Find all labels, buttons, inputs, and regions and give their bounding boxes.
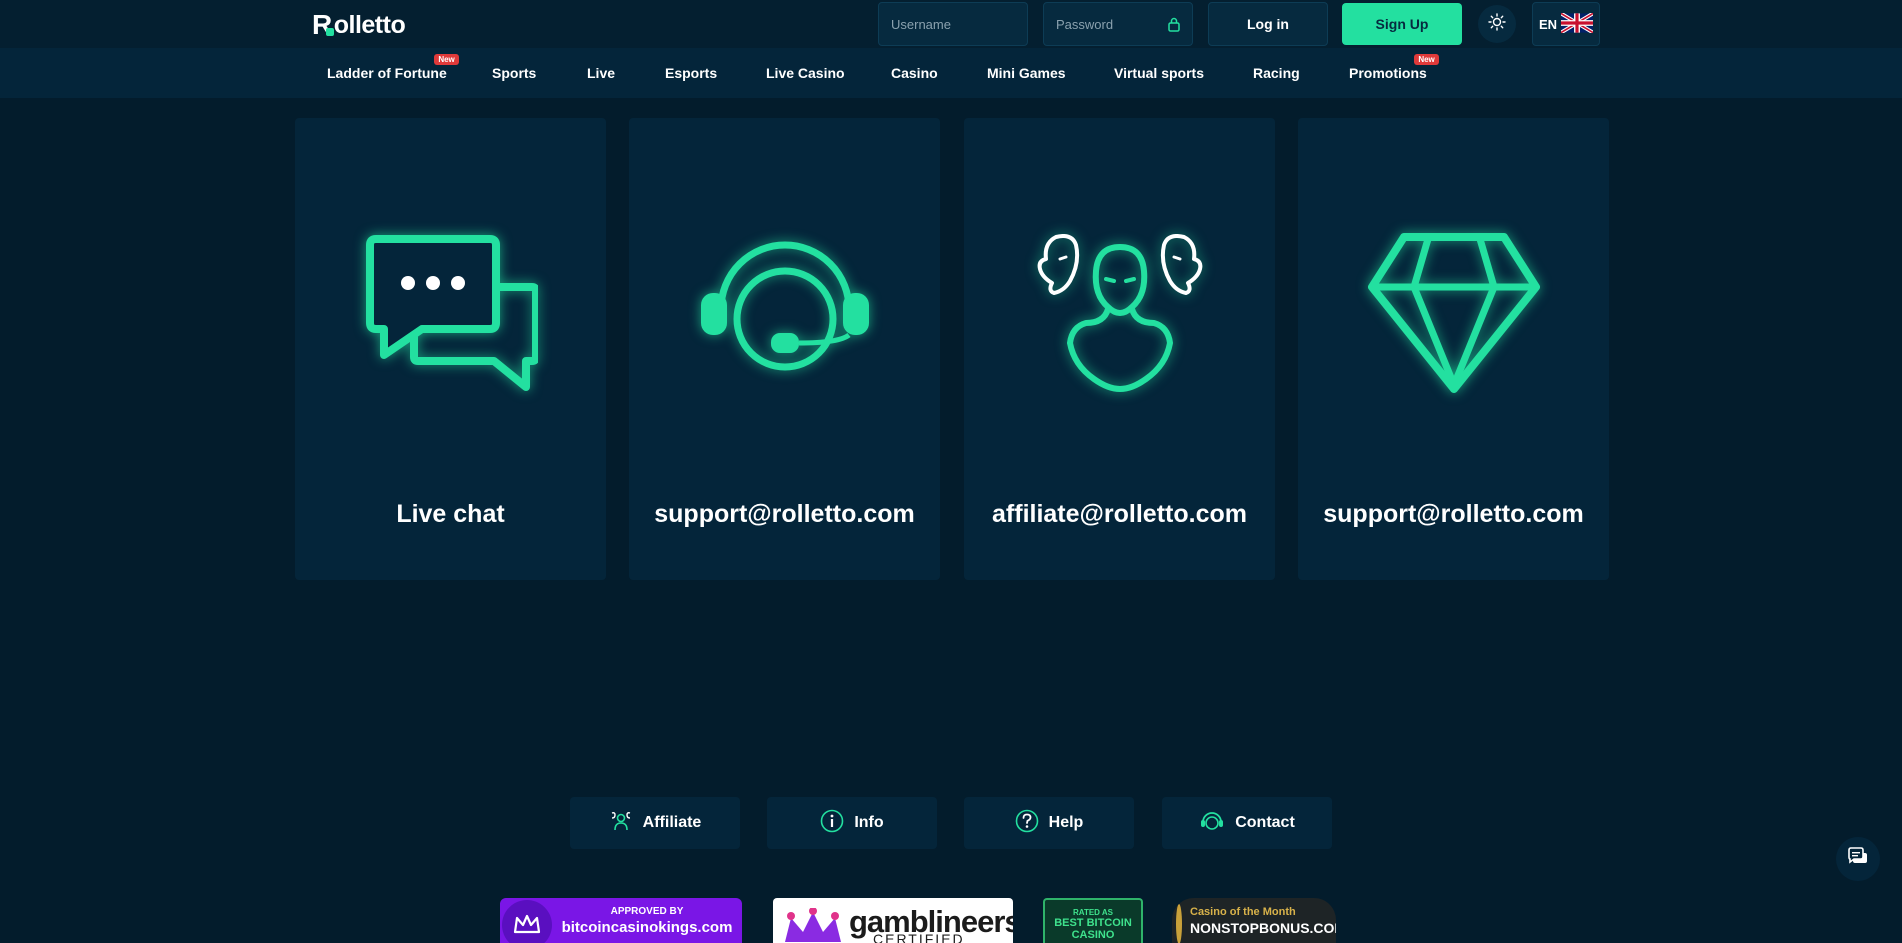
contact-card-label: support@rolletto.com <box>654 500 915 528</box>
info-icon <box>820 809 844 838</box>
main-nav: Ladder of Fortune New Sports Live Esport… <box>0 48 1902 98</box>
footer-help-button[interactable]: Help <box>964 797 1134 849</box>
new-badge: New <box>1414 54 1439 65</box>
nav-sports[interactable]: Sports <box>492 65 536 81</box>
gamblineers-badge[interactable]: gamblineers CERTIFIED <box>773 898 1013 943</box>
live-chat-button[interactable] <box>1836 837 1880 881</box>
nav-label: Virtual sports <box>1114 65 1204 81</box>
footer-info-button[interactable]: Info <box>767 797 937 849</box>
footer-nav-label: Help <box>1048 814 1084 831</box>
diamond-icon <box>1367 231 1540 400</box>
nav-virtual-sports[interactable]: Virtual sports <box>1114 65 1204 81</box>
password-field[interactable] <box>1043 2 1193 46</box>
nav-racing[interactable]: Racing <box>1253 65 1300 81</box>
nav-label: Esports <box>665 65 718 81</box>
nav-ladder-of-fortune[interactable]: Ladder of Fortune New <box>327 54 459 81</box>
nav-label: Casino <box>891 65 938 81</box>
username-field[interactable] <box>878 2 1028 46</box>
nav-live[interactable]: Live <box>587 65 615 81</box>
contact-card-label: Live chat <box>396 500 505 528</box>
nav-label: Racing <box>1253 65 1300 81</box>
badge-line2: NONSTOPBONUS.COM <box>1190 919 1336 936</box>
badge-line1: APPROVED BY <box>610 905 684 917</box>
nonstopbonus-badge[interactable]: Casino of the Month NONSTOPBONUS.COM <box>1172 898 1336 943</box>
footer-affiliate-button[interactable]: Affiliate <box>570 797 740 849</box>
login-button[interactable]: Log in <box>1208 2 1328 46</box>
footer-contact-button[interactable]: Contact <box>1162 797 1332 849</box>
badge-line2: BEST BITCOIN <box>1054 917 1132 929</box>
rated-best-bitcoin-casino-badge[interactable]: RATED AS BEST BITCOIN CASINO <box>1043 898 1143 943</box>
nav-mini-games[interactable]: Mini Games <box>987 65 1066 81</box>
lock-icon <box>1168 17 1180 35</box>
affiliate-icon <box>609 810 633 837</box>
language-code: EN <box>1538 16 1558 32</box>
contact-card-label: affiliate@rolletto.com <box>992 500 1247 528</box>
contact-card-live-chat[interactable]: Live chat <box>295 118 606 580</box>
contact-icon <box>1199 810 1225 837</box>
footer-nav-label: Contact <box>1235 814 1295 831</box>
nav-live-casino[interactable]: Live Casino <box>766 65 845 81</box>
contact-card-affiliate[interactable]: affiliate@rolletto.com <box>964 118 1275 580</box>
logo-initial: R <box>312 9 332 40</box>
password-input[interactable] <box>1056 16 1180 32</box>
crown-icon <box>502 899 552 943</box>
logo-mark <box>325 28 334 36</box>
nav-label: Ladder of Fortune <box>327 65 447 81</box>
help-icon <box>1015 809 1039 838</box>
uk-flag-icon <box>1560 11 1594 36</box>
contact-card-label: support@rolletto.com <box>1323 500 1584 528</box>
nav-label: Live Casino <box>766 65 845 81</box>
contact-card-support[interactable]: support@rolletto.com <box>629 118 940 580</box>
jester-crown-icon <box>781 907 845 943</box>
contact-card-vip[interactable]: support@rolletto.com <box>1298 118 1609 580</box>
nav-label: Sports <box>492 65 537 81</box>
chat-bubbles-icon <box>364 233 540 398</box>
signup-button[interactable]: Sign Up <box>1342 3 1462 45</box>
logo-text: olletto <box>333 10 406 39</box>
nav-label: Mini Games <box>987 65 1066 81</box>
top-bar: Rolletto Log in Sign Up EN <box>0 0 1902 48</box>
username-input[interactable] <box>891 16 1015 32</box>
badge-line1: Casino of the Month <box>1190 905 1296 918</box>
rolletto-logo[interactable]: Rolletto <box>312 9 406 40</box>
badge-line1: RATED AS <box>1073 908 1113 917</box>
sun-icon <box>1488 12 1506 36</box>
affiliate-people-icon <box>1034 233 1206 398</box>
language-selector[interactable]: EN <box>1532 2 1600 46</box>
trophy-icon <box>1176 903 1182 943</box>
footer-nav-label: Affiliate <box>642 814 702 831</box>
footer-nav-label: Info <box>854 814 884 831</box>
nav-esports[interactable]: Esports <box>665 65 717 81</box>
chat-icon <box>1847 846 1869 872</box>
badge-line2: CERTIFIED <box>873 931 965 943</box>
new-badge: New <box>434 54 459 65</box>
badge-line3: CASINO <box>1071 929 1115 941</box>
nav-label: Live <box>587 65 616 81</box>
theme-toggle-button[interactable] <box>1478 5 1516 43</box>
headset-icon <box>699 231 871 400</box>
badge-line2: bitcoincasinokings.com <box>561 918 733 936</box>
nav-label: Promotions <box>1349 65 1427 81</box>
bitcoincasinokings-badge[interactable]: APPROVED BY bitcoincasinokings.com <box>500 898 742 943</box>
nav-promotions[interactable]: Promotions New <box>1349 54 1439 81</box>
nav-casino[interactable]: Casino <box>891 65 938 81</box>
